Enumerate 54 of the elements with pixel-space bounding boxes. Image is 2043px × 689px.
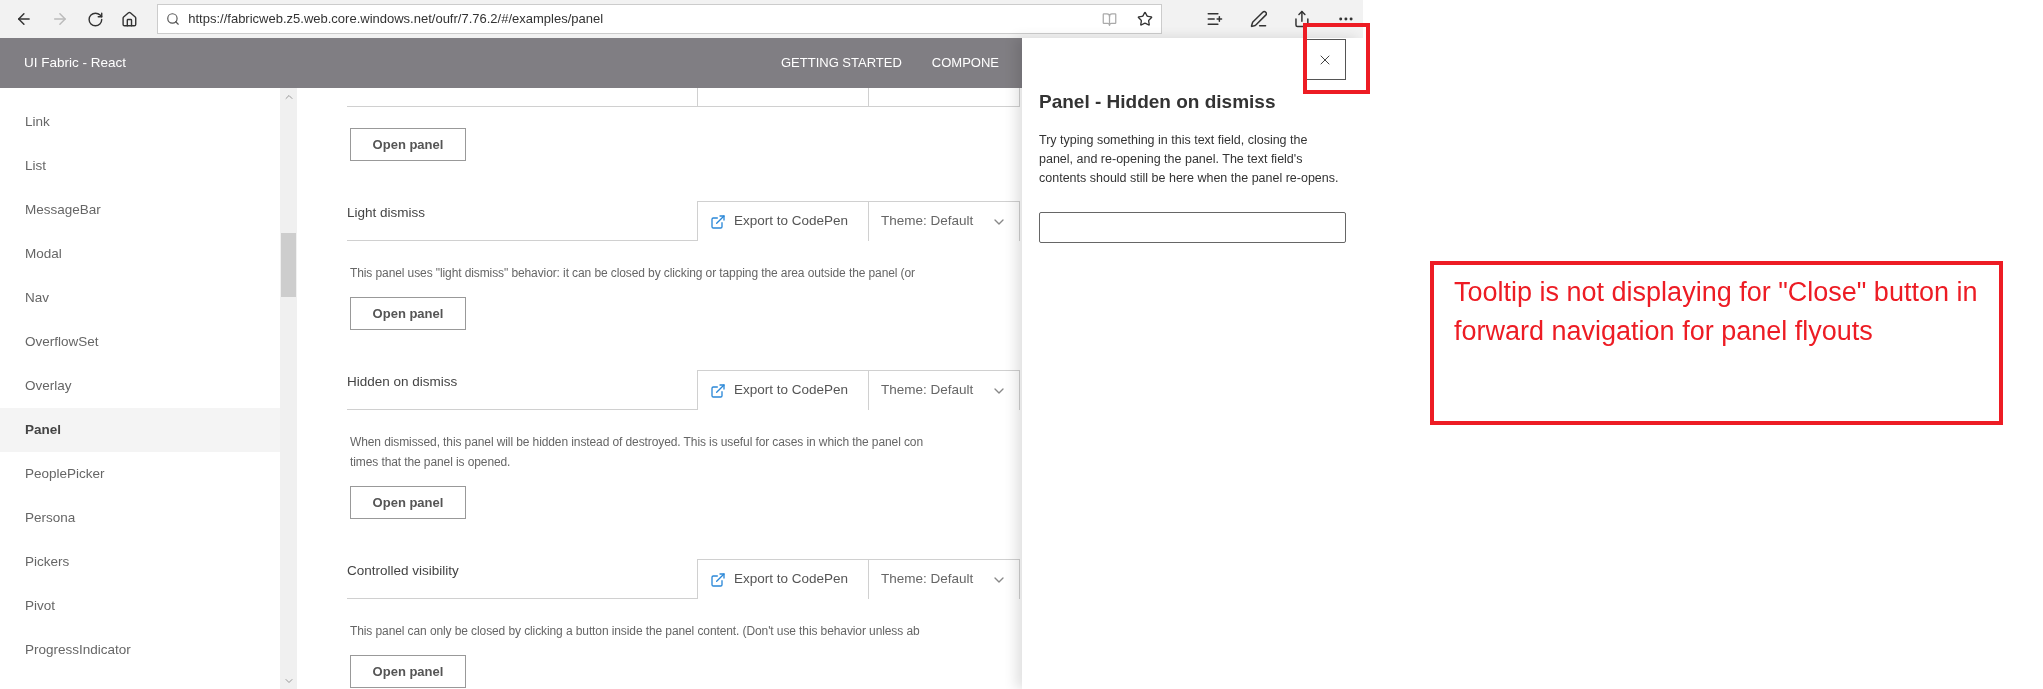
sidebar-item[interactable]: OverflowSet: [0, 320, 280, 364]
section-description: This panel can only be closed by clicking a button inside the panel content. (Don't use this behavior unless ab: [350, 623, 920, 640]
export-button[interactable]: Export to CodePen: [697, 370, 869, 410]
panel-description: Try typing something in this text field, closing the panel, and re-opening the panel. The text field's contents should still be here when the panel re-opens.: [1039, 131, 1339, 187]
export-icon: [710, 382, 726, 399]
close-button[interactable]: [1304, 39, 1346, 80]
theme-dropdown[interactable]: Theme: Default: [869, 370, 1020, 410]
scrollbar[interactable]: [280, 88, 297, 689]
sidebar-item[interactable]: ProgressIndicator: [0, 628, 280, 672]
sidebar-item[interactable]: Nav: [0, 276, 280, 320]
panel-title: Panel - Hidden on dismiss: [1039, 90, 1277, 114]
section-description: This panel uses "light dismiss" behavior: it can be closed by clicking or tapping the area outside the panel (or: [350, 265, 915, 282]
open-panel-button[interactable]: Open panel: [350, 486, 466, 519]
back-icon[interactable]: [15, 10, 33, 28]
text-field[interactable]: [1039, 211, 1346, 243]
favorites-icon[interactable]: [1205, 10, 1224, 28]
section-description: When dismissed, this panel will be hidden instead of destroyed. This is useful for cases in which the panel con: [350, 434, 923, 451]
annotation-text: Tooltip is not displaying for "Close" button in forward navigation for panel flyouts: [1454, 277, 1978, 346]
sidebar-item[interactable]: Overlay: [0, 364, 280, 408]
sidebar-item[interactable]: Modal: [0, 232, 280, 276]
sidebar-item[interactable]: List: [0, 144, 280, 188]
open-panel-button[interactable]: Open panel: [350, 655, 466, 688]
theme-dropdown[interactable]: Theme: Default: [869, 201, 1020, 241]
search-icon: [166, 12, 181, 26]
theme-dropdown[interactable]: Theme: Default: [869, 559, 1020, 599]
section-title: Controlled visibility: [347, 562, 459, 580]
sidebar-item[interactable]: Pickers: [0, 540, 280, 584]
export-button[interactable]: Export to CodePen: [697, 559, 869, 599]
sidebar-item[interactable]: Pivot: [0, 584, 280, 628]
sidebar-item[interactable]: Link: [0, 100, 280, 144]
scroll-thumb[interactable]: [281, 233, 296, 297]
highlight-frame: [1303, 23, 1370, 94]
export-icon: [710, 571, 726, 588]
open-panel-button[interactable]: Open panel: [350, 297, 466, 330]
url-text: https://fabricweb.z5.web.core.windows.net/oufr/7.76.2/#/examples/panel: [188, 10, 605, 29]
section-title: Light dismiss: [347, 204, 426, 222]
pen-icon[interactable]: [1249, 10, 1268, 28]
home-icon[interactable]: [121, 10, 139, 28]
address-bar[interactable]: https://fabricweb.z5.web.core.windows.net/oufr/7.76.2/#/examples/panel: [157, 4, 1162, 34]
section-description: times that the panel is opened.: [350, 454, 511, 471]
brand-title[interactable]: UI Fabric - React: [24, 52, 127, 74]
sidebar-item[interactable]: PeoplePicker: [0, 452, 280, 496]
export-button[interactable]: Export to CodePen: [697, 201, 869, 241]
nav-link[interactable]: GETTING STARTED: [780, 53, 902, 73]
sidebar-item[interactable]: MessageBar: [0, 188, 280, 232]
nav-link[interactable]: COMPONE: [931, 53, 999, 73]
share-icon[interactable]: [1293, 10, 1312, 28]
open-panel-button[interactable]: Open panel: [350, 128, 466, 161]
section-title: Hidden on dismiss: [347, 373, 458, 391]
export-icon: [710, 213, 726, 230]
star-icon[interactable]: [1136, 11, 1153, 27]
sidebar-item[interactable]: Persona: [0, 496, 280, 540]
sidebar-item[interactable]: Panel: [0, 408, 280, 452]
refresh-icon[interactable]: [86, 10, 104, 28]
